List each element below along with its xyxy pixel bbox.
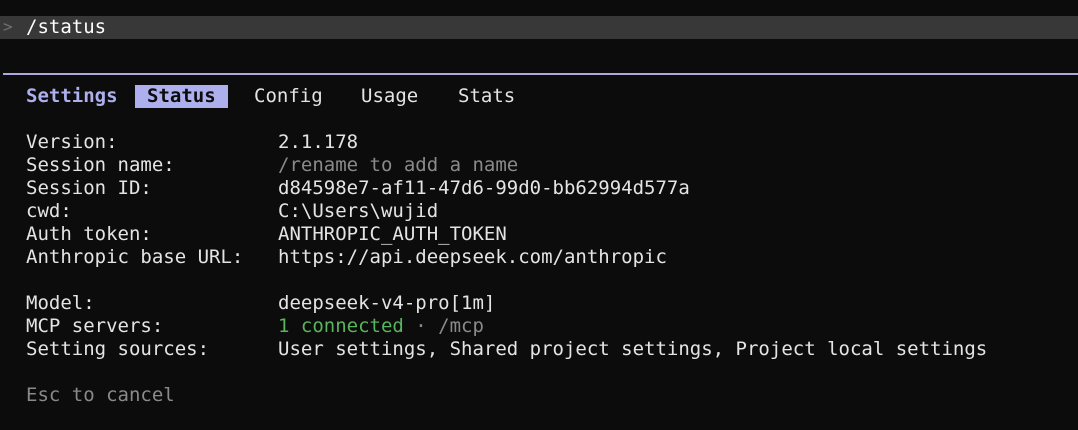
session-id-value: d84598e7-af11-47d6-99d0-bb62994d577a [278, 177, 690, 199]
status-row-base-url: Anthropic base URL: https://api.deepseek… [26, 246, 667, 269]
prompt-command-text: /status [26, 16, 107, 38]
prompt-marker: > [3, 17, 13, 36]
status-row-cwd: cwd: C:\Users\wujid [26, 200, 438, 223]
status-row-version: Version: 2.1.178 [26, 131, 358, 154]
status-key: Setting sources: [26, 338, 210, 360]
status-key: Version: [26, 131, 118, 153]
status-key: Session name: [26, 154, 175, 176]
mcp-connected-count: 1 connected [278, 315, 404, 337]
version-value: 2.1.178 [278, 131, 359, 153]
esc-cancel-hint: Esc to cancel [26, 384, 175, 406]
status-row-setting-sources: Setting sources: User settings, Shared p… [26, 338, 987, 361]
tab-config[interactable]: Config [254, 85, 323, 108]
status-key: cwd: [26, 200, 72, 222]
base-url-value: https://api.deepseek.com/anthropic [278, 246, 667, 268]
tab-usage[interactable]: Usage [361, 85, 418, 108]
status-key: Auth token: [26, 223, 152, 245]
cwd-value: C:\Users\wujid [278, 200, 439, 222]
model-value: deepseek-v4-pro[1m] [278, 292, 496, 314]
status-key: Anthropic base URL: [26, 246, 244, 268]
status-key: MCP servers: [26, 315, 164, 337]
status-key: Session ID: [26, 177, 152, 199]
mcp-servers-value: 1 connected · /mcp [278, 315, 484, 338]
status-row-model: Model: deepseek-v4-pro[1m] [26, 292, 495, 315]
settings-heading: Settings [26, 85, 118, 107]
setting-sources-value: User settings, Shared project settings, … [278, 338, 988, 360]
status-row-session-id: Session ID: d84598e7-af11-47d6-99d0-bb62… [26, 177, 690, 200]
mcp-command-hint: · /mcp [403, 315, 484, 337]
tab-status[interactable]: Status [135, 85, 228, 108]
prompt-input-line[interactable]: > /status [0, 16, 1078, 39]
status-row-auth-token: Auth token: ANTHROPIC_AUTH_TOKEN [26, 223, 507, 246]
status-row-mcp-servers: MCP servers: 1 connected · /mcp [26, 315, 484, 338]
session-name-value: /rename to add a name [278, 154, 519, 176]
status-row-session-name: Session name: /rename to add a name [26, 154, 518, 177]
panel-separator [3, 73, 1078, 75]
status-key: Model: [26, 292, 95, 314]
tab-stats[interactable]: Stats [458, 85, 515, 108]
auth-token-value: ANTHROPIC_AUTH_TOKEN [278, 223, 507, 245]
